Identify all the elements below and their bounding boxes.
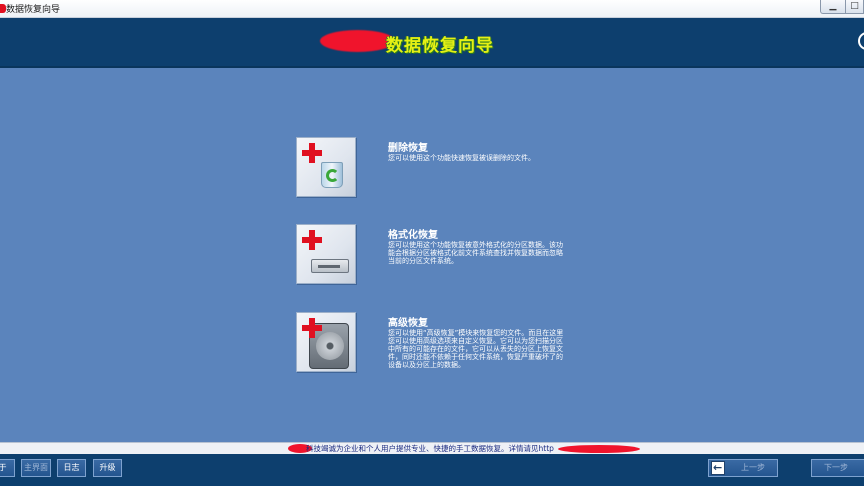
option-description: 您可以使用这个功能快速恢复被误删除的文件。 [388, 154, 535, 162]
option-title: 高级恢复 [388, 318, 428, 329]
help-icon[interactable] [858, 32, 864, 50]
option-delete-recovery[interactable]: 删除恢复 您可以使用这个功能快速恢复被误删除的文件。 [296, 137, 626, 199]
window-title: 数据恢复向导 [6, 5, 61, 15]
next-label: 下一步 [824, 463, 848, 472]
option-title: 格式化恢复 [388, 230, 438, 241]
previous-label: 上一步 [741, 463, 765, 472]
drive-icon [311, 259, 349, 273]
window-titlebar: 数据恢复向导 ▁ □ [0, 0, 864, 18]
back-arrow-icon [711, 460, 725, 476]
option-title: 删除恢复 [388, 143, 428, 154]
format-recovery-button[interactable] [296, 224, 356, 284]
redaction-mark [320, 30, 395, 52]
minimize-button[interactable]: ▁ [820, 0, 846, 14]
previous-button[interactable]: 上一步 [708, 459, 778, 477]
plus-icon [301, 229, 323, 251]
plus-icon [301, 317, 323, 339]
home-button[interactable]: 主界面 [21, 459, 51, 477]
plus-icon [301, 142, 323, 164]
status-text: 科技竭诚为企业和个人用户提供专业、快捷的手工数据恢复。详情请见http [306, 444, 554, 453]
bottom-toolbar: 于 主界面 日志 升级 上一步 下一步 [0, 454, 864, 486]
recycle-bin-icon [321, 162, 343, 188]
option-advanced-recovery[interactable]: 高级恢复 您可以使用“高级恢复”模块来恢复您的文件。而且在这里您可以使用高级选项… [296, 312, 626, 374]
option-description: 您可以使用这个功能恢复被意外格式化的分区数据。该功能会根据分区被格式化前文件系统… [388, 241, 563, 265]
option-description: 您可以使用“高级恢复”模块来恢复您的文件。而且在这里您可以使用高级选项来自定义恢… [388, 329, 564, 369]
upgrade-button[interactable]: 升级 [93, 459, 122, 477]
maximize-button[interactable]: □ [845, 0, 864, 14]
main-panel: 删除恢复 您可以使用这个功能快速恢复被误删除的文件。 格式化恢复 您可以使用这个… [0, 70, 864, 442]
redaction-mark [558, 445, 640, 453]
page-title: 数据恢复向导 [386, 36, 494, 56]
next-button[interactable]: 下一步 [811, 459, 864, 477]
advanced-recovery-button[interactable] [296, 312, 356, 372]
header-banner: 数据恢复向导 [0, 18, 864, 68]
log-button[interactable]: 日志 [57, 459, 86, 477]
status-bar: 科技竭诚为企业和个人用户提供专业、快捷的手工数据恢复。详情请见http [0, 442, 864, 454]
option-format-recovery[interactable]: 格式化恢复 您可以使用这个功能恢复被意外格式化的分区数据。该功能会根据分区被格式… [296, 224, 626, 286]
delete-recovery-button[interactable] [296, 137, 356, 197]
about-button[interactable]: 于 [0, 459, 15, 477]
